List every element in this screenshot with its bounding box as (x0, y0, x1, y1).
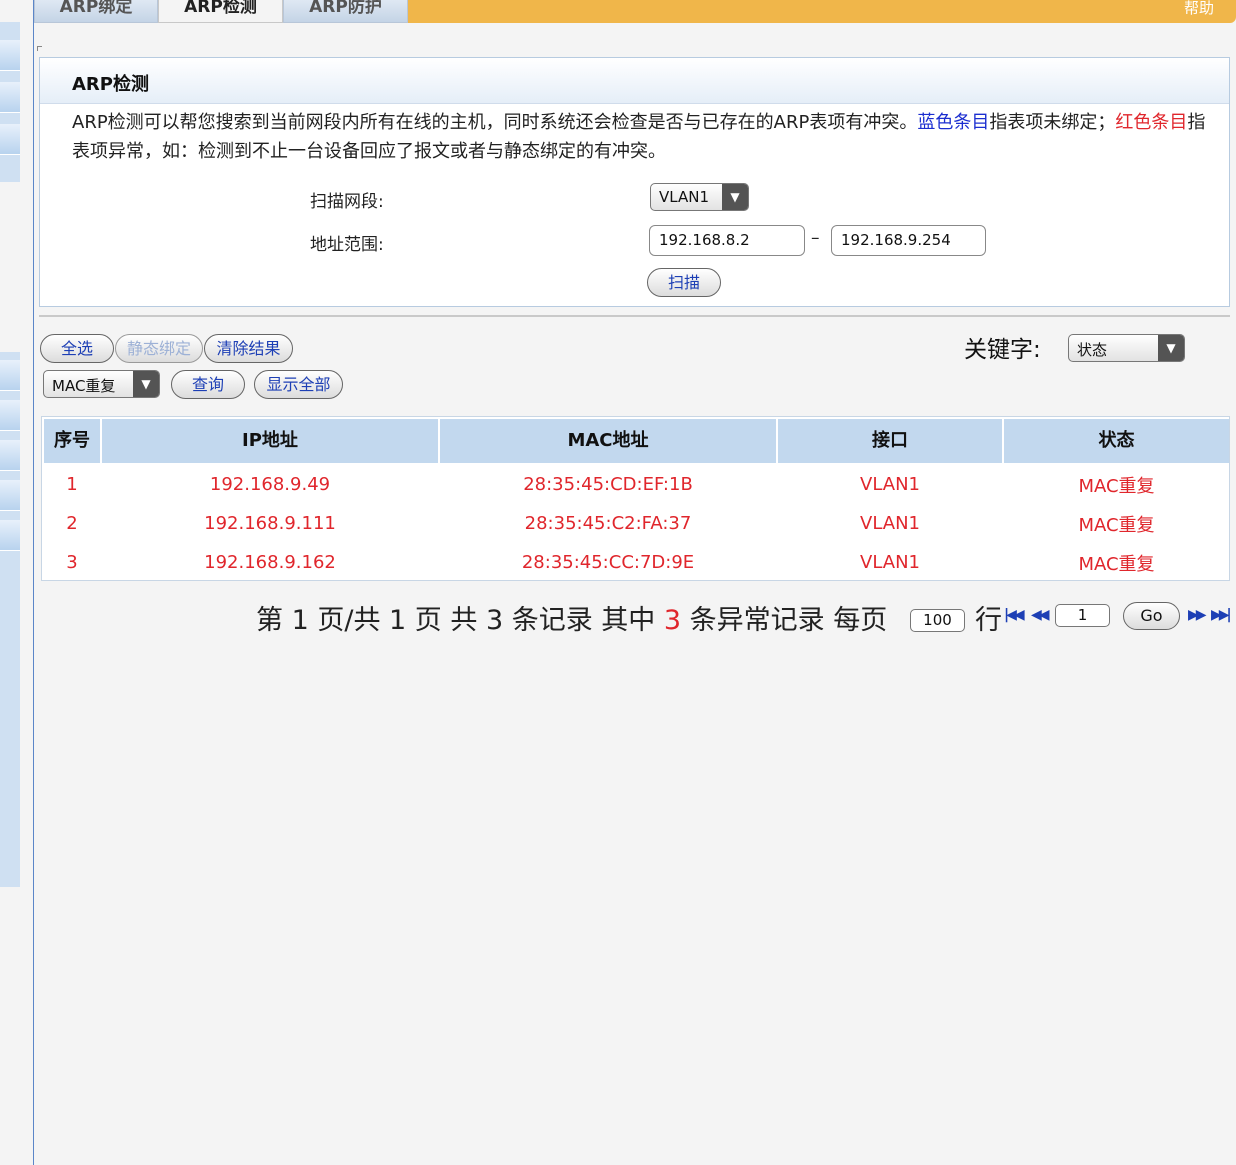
query-button[interactable]: 查询 (171, 370, 245, 399)
range-dash: – (811, 228, 820, 248)
left-nav-item[interactable] (0, 124, 20, 155)
per-page-input[interactable]: 100 (910, 609, 965, 632)
cell-ip: 192.168.9.111 (204, 513, 336, 534)
range-end-input[interactable]: 192.168.9.254 (831, 225, 986, 256)
first-page-icon[interactable]: |◀◀ (1004, 607, 1025, 623)
filter-select[interactable]: MAC重复 ▼ (43, 370, 160, 398)
filter-select-value: MAC重复 (52, 377, 116, 395)
cell-ip: 192.168.9.162 (204, 552, 336, 573)
clear-results-button[interactable]: 清除结果 (204, 334, 293, 363)
cell-ip: 192.168.9.49 (209, 474, 331, 495)
scan-segment-value: VLAN1 (659, 188, 709, 206)
left-nav-item[interactable] (0, 400, 20, 431)
chevron-down-icon: ▼ (722, 184, 748, 210)
page-number-input[interactable]: 1 (1055, 604, 1110, 627)
scan-segment-label: 扫描网段: (310, 192, 384, 212)
panel-header: ARP检测 (40, 58, 1229, 104)
left-nav-item[interactable] (0, 520, 20, 551)
header-status: 状态 (1004, 419, 1229, 463)
cell-index: 1 (66, 474, 78, 495)
tab-arp-binding[interactable]: ARP绑定 (34, 0, 158, 23)
help-link[interactable]: 帮助 (1184, 0, 1214, 16)
header-index: 序号 (44, 419, 100, 463)
left-nav-item[interactable] (0, 480, 20, 511)
cell-interface: VLAN1 (860, 474, 920, 495)
cell-mac: 28:35:45:CC:7D:9E (521, 552, 695, 573)
chevron-down-icon: ▼ (1158, 335, 1184, 361)
header-ip: IP地址 (102, 419, 438, 463)
header-interface: 接口 (778, 419, 1002, 463)
pager-text: 第 1 页/共 1 页 共 3 条记录 其中 (256, 605, 664, 636)
cell-status: MAC重复 (1078, 476, 1155, 497)
cell-interface: VLAN1 (860, 513, 920, 534)
left-nav-item[interactable] (0, 40, 20, 71)
header-mac: MAC地址 (440, 419, 776, 463)
desc-blue-entry: 蓝色条目 (917, 112, 990, 133)
row-word: 行 (975, 605, 1002, 636)
section-divider (39, 315, 1230, 317)
prev-page-icon[interactable]: ◀◀ (1031, 607, 1049, 623)
static-bind-button[interactable]: 静态绑定 (115, 334, 203, 363)
results-table: 序号 IP地址 MAC地址 接口 状态 1 192.168.9.49 28:35… (41, 416, 1230, 581)
keyword-select[interactable]: 状态 ▼ (1068, 334, 1185, 362)
select-all-button[interactable]: 全选 (40, 334, 114, 363)
go-button[interactable]: Go (1123, 602, 1180, 630)
tab-arp-detection[interactable]: ARP检测 (158, 0, 283, 23)
left-nav-strip (0, 0, 34, 1165)
desc-red-entry: 红色条目 (1115, 112, 1188, 133)
pagination-summary: 第 1 页/共 1 页 共 3 条记录 其中 3 条异常记录 每页 (256, 598, 887, 637)
cell-status: MAC重复 (1078, 515, 1155, 536)
show-all-button[interactable]: 显示全部 (254, 370, 343, 399)
desc-text: 指表项未绑定； (989, 112, 1116, 133)
left-nav-item[interactable] (0, 82, 20, 113)
scan-button[interactable]: 扫描 (647, 268, 721, 297)
keyword-label: 关键字: (964, 337, 1041, 363)
tab-arp-protection[interactable]: ARP防护 (283, 0, 408, 23)
corner-mark (37, 46, 42, 51)
cell-mac: 28:35:45:CD:EF:1B (523, 474, 693, 495)
cell-index: 2 (66, 513, 78, 534)
abnormal-count: 3 (663, 605, 682, 636)
range-start-input[interactable]: 192.168.8.2 (649, 225, 805, 256)
panel-title: ARP检测 (72, 74, 149, 95)
next-page-icon[interactable]: ▶▶ (1188, 607, 1206, 623)
tab-bar: ARP绑定 ARP检测 ARP防护 帮助 (34, 0, 1236, 23)
arp-detection-panel: ARP检测 ARP检测可以帮您搜索到当前网段内所有在线的主机，同时系统还会检查是… (39, 57, 1230, 307)
address-range-label: 地址范围: (310, 235, 384, 255)
panel-description: ARP检测可以帮您搜索到当前网段内所有在线的主机，同时系统还会检查是否与已存在的… (72, 108, 1222, 166)
cell-index: 3 (66, 552, 78, 573)
cell-interface: VLAN1 (860, 552, 920, 573)
left-nav-group (0, 352, 20, 887)
pager-text: 条异常记录 每页 (681, 605, 888, 636)
desc-text: ARP检测可以帮您搜索到当前网段内所有在线的主机，同时系统还会检查是否与已存在的… (72, 112, 918, 133)
scan-segment-select[interactable]: VLAN1 ▼ (650, 183, 749, 211)
chevron-down-icon: ▼ (133, 371, 159, 397)
keyword-select-value: 状态 (1077, 341, 1108, 359)
left-nav-item[interactable] (0, 440, 20, 471)
left-nav-item[interactable] (0, 360, 20, 391)
cell-mac: 28:35:45:C2:FA:37 (524, 513, 692, 534)
cell-status: MAC重复 (1078, 554, 1155, 575)
last-page-icon[interactable]: ▶▶| (1211, 607, 1232, 623)
